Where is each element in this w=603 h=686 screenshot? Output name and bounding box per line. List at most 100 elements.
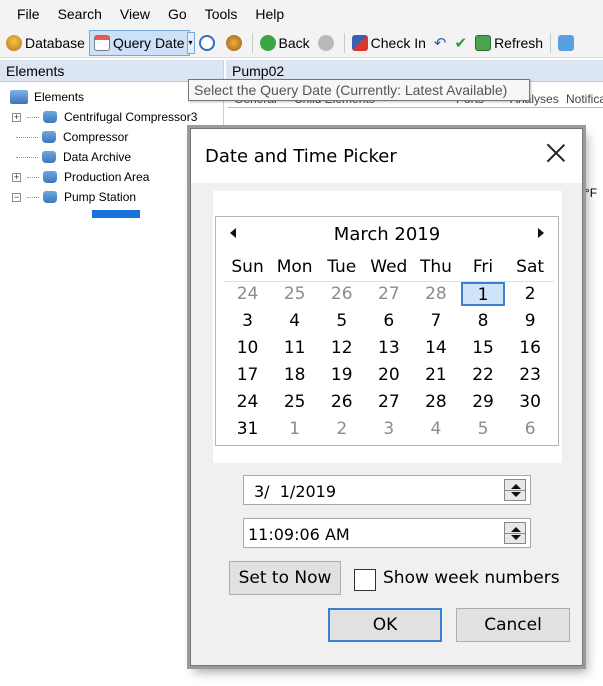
calendar-day[interactable]: 21 (412, 363, 459, 390)
set-to-now-button[interactable]: Set to Now (229, 561, 341, 595)
calendar-day[interactable]: 1 (271, 417, 318, 444)
calendar-day[interactable]: 17 (224, 363, 271, 390)
expand-icon[interactable]: + (12, 112, 21, 122)
calendar-day[interactable]: 3 (224, 309, 271, 336)
collapse-icon[interactable]: − (12, 192, 21, 202)
calendar-day[interactable]: 7 (412, 309, 459, 336)
date-field[interactable]: 3/ 1/2019 (243, 475, 531, 505)
query-date-tooltip: Select the Query Date (Currently: Latest… (188, 79, 530, 101)
date-spinner[interactable] (504, 479, 526, 501)
calendar-day-number: 16 (519, 338, 541, 358)
calendar-day[interactable]: 5 (459, 417, 506, 444)
tree-item-data-archive[interactable]: Data Archive (16, 148, 131, 166)
calendar-day[interactable]: 27 (365, 282, 412, 309)
ok-button[interactable]: OK (328, 608, 442, 642)
time-range-button[interactable] (222, 30, 249, 56)
selected-tree-item[interactable] (92, 210, 140, 218)
spin-down-icon[interactable] (511, 535, 521, 540)
tab-notifications[interactable]: Notifica (566, 92, 603, 106)
calendar-day[interactable]: 25 (271, 390, 318, 417)
calendar-day[interactable]: 14 (412, 336, 459, 363)
tree-item-root[interactable]: Elements (10, 88, 84, 106)
check-in-button[interactable]: Check In (348, 30, 430, 56)
calendar-day-number: 24 (236, 284, 259, 304)
calendar-day[interactable]: 3 (365, 417, 412, 444)
database-button[interactable]: Database (2, 30, 89, 56)
calendar-day-number: 30 (519, 392, 541, 412)
forward-button[interactable] (314, 30, 341, 56)
tree-item-production-area[interactable]: + Production Area (12, 168, 149, 186)
next-month-icon[interactable] (538, 228, 544, 238)
time-spinner[interactable] (504, 522, 526, 544)
spin-down-icon[interactable] (511, 492, 521, 497)
calendar-day[interactable]: 6 (365, 309, 412, 336)
expand-icon[interactable]: + (12, 172, 21, 182)
calendar-day[interactable]: 10 (224, 336, 271, 363)
calendar-day[interactable]: 31 (224, 417, 271, 444)
element-icon (42, 131, 56, 143)
calendar-day[interactable]: 29 (459, 390, 506, 417)
menu-go[interactable]: Go (159, 6, 196, 22)
menu-help[interactable]: Help (246, 6, 293, 22)
checkmark-icon: ✔ (454, 34, 468, 52)
forward-arrow-icon (317, 34, 334, 51)
calendar-day[interactable]: 13 (365, 336, 412, 363)
calendar-day[interactable]: 16 (507, 336, 554, 363)
show-week-numbers-checkbox[interactable] (354, 569, 376, 591)
tree-item-compressor[interactable]: Compressor (16, 128, 128, 146)
calendar-day[interactable]: 30 (507, 390, 554, 417)
refresh-button[interactable]: Refresh (471, 30, 547, 56)
calendar-day[interactable]: 19 (318, 363, 365, 390)
calendar-day[interactable]: 5 (318, 309, 365, 336)
more-button[interactable] (554, 30, 581, 56)
calendar-day[interactable]: 9 (507, 309, 554, 336)
time-field[interactable]: 11:09:06 AM (243, 518, 531, 548)
calendar-day[interactable]: 12 (318, 336, 365, 363)
month-calendar[interactable]: March 2019 Sun Mon Tue Wed Thu Fri Sat 24 25 26 27… (215, 216, 559, 446)
calendar-day[interactable]: 28 (412, 282, 459, 309)
calendar-day[interactable]: 25 (271, 282, 318, 309)
calendar-day[interactable]: 15 (459, 336, 506, 363)
calendar-day[interactable]: 28 (412, 390, 459, 417)
calendar-day[interactable]: 8 (459, 309, 506, 336)
calendar-day-number: 4 (430, 419, 442, 439)
calendar-day[interactable]: 18 (271, 363, 318, 390)
query-date-dropdown[interactable]: ▾ (186, 31, 195, 54)
undo-button[interactable]: ↶ (430, 30, 451, 56)
clock-button[interactable] (195, 30, 222, 56)
dialog-title: Date and Time Picker (205, 146, 397, 167)
calendar-day[interactable]: 6 (507, 417, 554, 444)
calendar-day[interactable]: 2 (318, 417, 365, 444)
menu-file[interactable]: File (8, 6, 49, 22)
calendar-day[interactable]: 22 (459, 363, 506, 390)
calendar-day[interactable]: 4 (271, 309, 318, 336)
spin-up-icon[interactable] (511, 484, 521, 489)
menu-view[interactable]: View (111, 6, 159, 22)
calendar-day[interactable]: 20 (365, 363, 412, 390)
calendar-day[interactable]: 11 (271, 336, 318, 363)
calendar-week-row: 24 25 26 27 28 29 30 (224, 390, 554, 417)
back-button[interactable]: Back (256, 30, 314, 56)
tree-item-centrifugal-compressor[interactable]: + Centrifugal Compressor3 (12, 108, 197, 126)
calendar-day[interactable]: 24 (224, 282, 271, 309)
calendar-day[interactable]: 4 (412, 417, 459, 444)
menu-tools[interactable]: Tools (196, 6, 247, 22)
tree-item-pump-station[interactable]: − Pump Station (12, 188, 136, 206)
calendar-day[interactable]: 2 (507, 282, 554, 309)
calendar-week-row: 3 4 5 6 7 8 9 (224, 309, 554, 336)
selected-calendar-day[interactable]: 1 (459, 282, 506, 309)
query-date-button[interactable]: Query Date (88, 29, 190, 56)
calendar-week-row: 31 1 2 3 4 5 6 (224, 417, 554, 444)
calendar-day[interactable]: 23 (507, 363, 554, 390)
calendar-day[interactable]: 24 (224, 390, 271, 417)
cancel-button[interactable]: Cancel (456, 608, 570, 642)
show-week-numbers-label[interactable]: Show week numbers (383, 568, 560, 588)
apply-button[interactable]: ✔ (450, 30, 471, 56)
close-icon[interactable] (544, 141, 568, 165)
calendar-day[interactable]: 26 (318, 282, 365, 309)
menu-search[interactable]: Search (49, 6, 111, 22)
calendar-day[interactable]: 26 (318, 390, 365, 417)
calendar-day[interactable]: 27 (365, 390, 412, 417)
month-label[interactable]: March 2019 (216, 224, 558, 245)
spin-up-icon[interactable] (511, 527, 521, 532)
